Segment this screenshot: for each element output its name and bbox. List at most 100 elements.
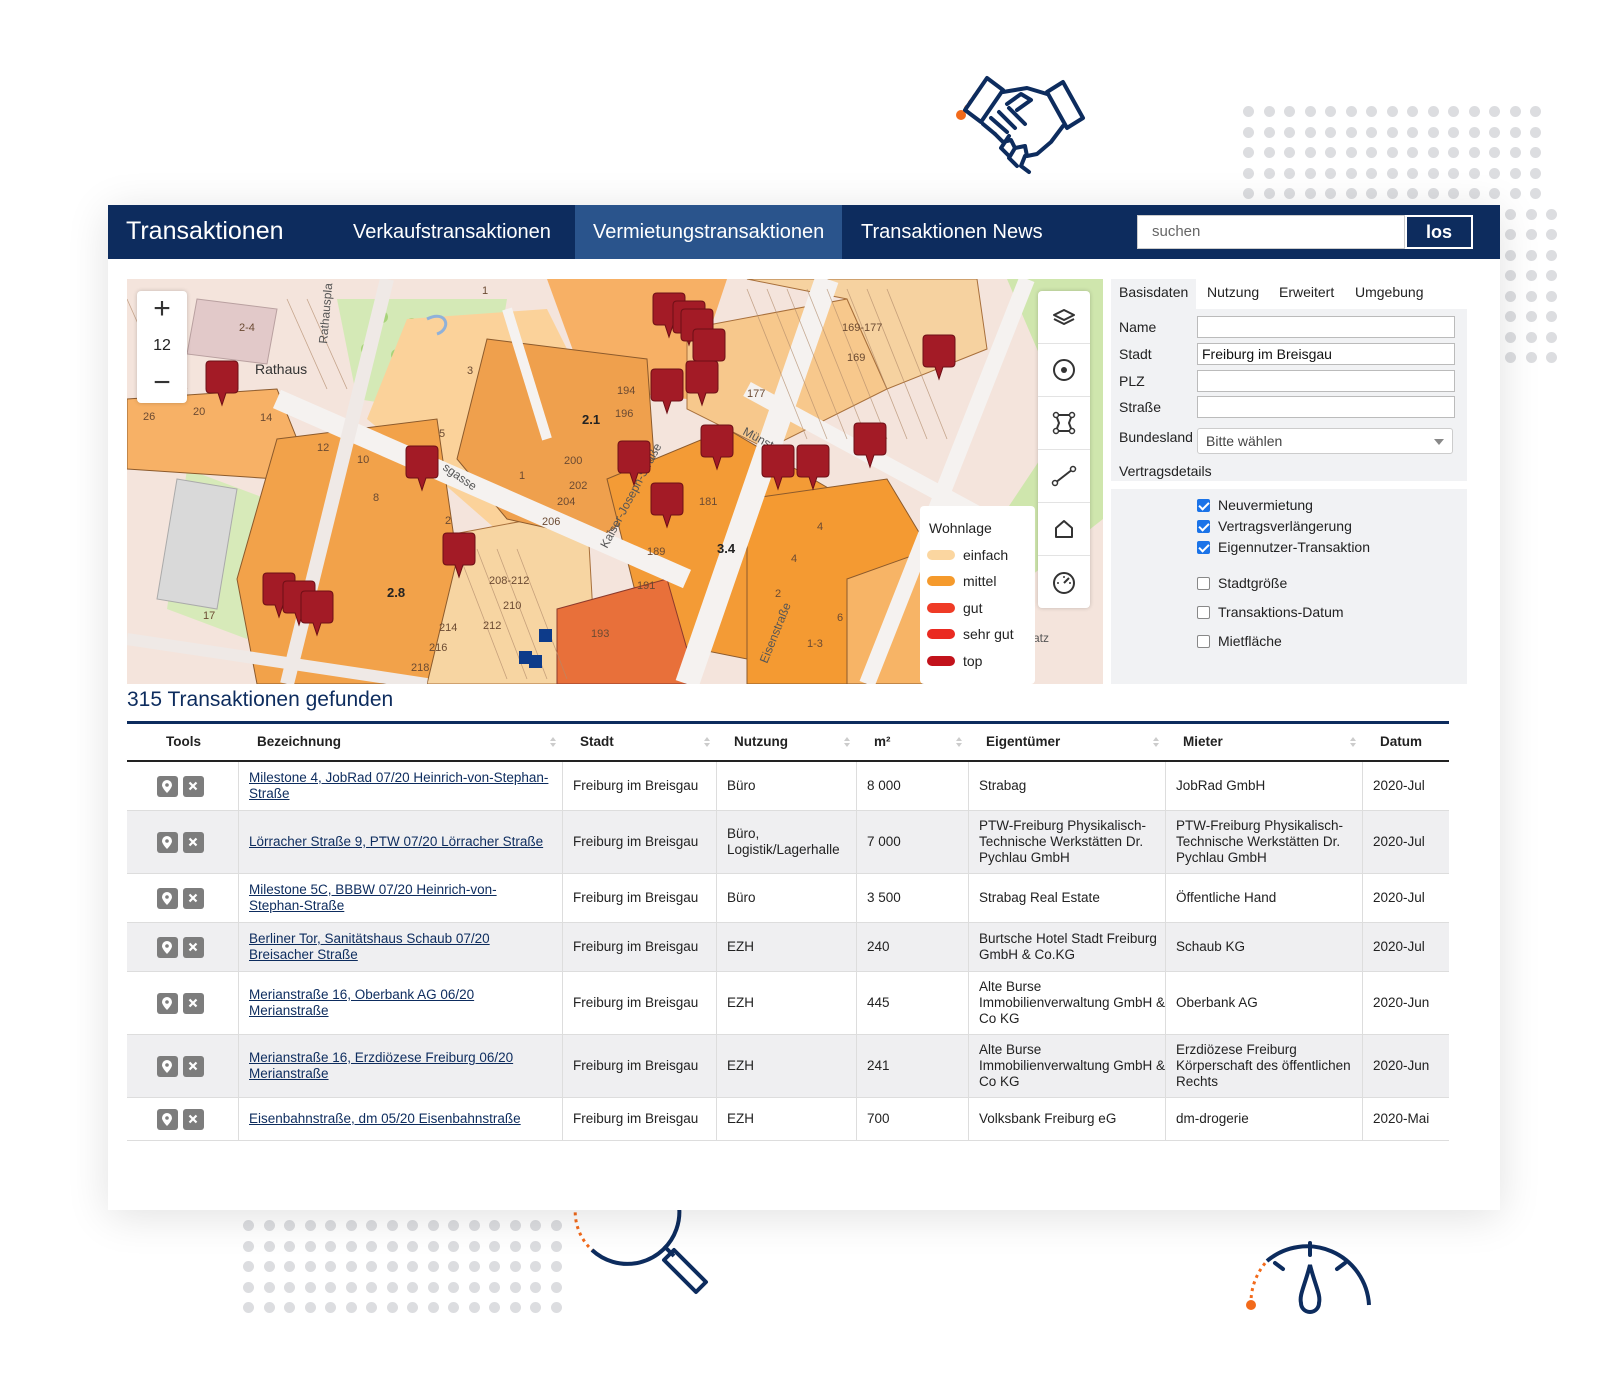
table-row[interactable]: Eisenbahnstraße, dm 05/20 Eisenbahnstraß… [127, 1098, 1449, 1141]
cell-nutzung: EZH [727, 1098, 862, 1140]
draw-polygon-button[interactable] [1038, 397, 1090, 450]
col-nutzung[interactable]: Nutzung [734, 724, 788, 760]
checkbox[interactable] [1197, 605, 1210, 619]
cell-mieter: Erzdiözese Freiburg Körperschaft des öff… [1176, 1035, 1366, 1097]
sort-icon[interactable] [1350, 737, 1356, 747]
show-on-map-button[interactable] [156, 992, 178, 1014]
sort-icon[interactable] [704, 737, 710, 747]
zoom-in-button[interactable]: + [137, 291, 187, 327]
home-button[interactable] [1038, 503, 1090, 556]
decorative-dot [1525, 270, 1537, 281]
transaction-link[interactable]: Milestone 5C, BBBW 07/20 Heinrich-von-St… [249, 882, 549, 914]
legend-item: mittel [927, 571, 996, 591]
nav-vermietungstransaktionen[interactable]: Vermietungstransaktionen [575, 205, 843, 259]
table-row[interactable]: Milestone 5C, BBBW 07/20 Heinrich-von-St… [127, 874, 1449, 923]
stadt-field[interactable]: Freiburg im Breisgau [1197, 343, 1455, 365]
col-stadt[interactable]: Stadt [580, 724, 614, 760]
nav-transaktionen-news[interactable]: Transaktionen News [843, 205, 1061, 259]
decorative-dot [1345, 147, 1357, 158]
tab-basisdaten[interactable]: Basisdaten [1111, 279, 1197, 309]
remove-button[interactable] [182, 887, 204, 909]
map-label-2b: 2 [775, 588, 781, 600]
locate-button[interactable] [1038, 344, 1090, 397]
transaction-link[interactable]: Eisenbahnstraße, dm 05/20 Eisenbahnstraß… [249, 1111, 521, 1127]
checkbox-neuvermietung[interactable]: Neuvermietung [1197, 495, 1313, 515]
decorative-dot [468, 1302, 480, 1313]
sort-icon[interactable] [956, 737, 962, 747]
brand-title[interactable]: Transaktionen [126, 217, 284, 246]
transaction-link[interactable]: Berliner Tor, Sanitätshaus Schaub 07/20 … [249, 931, 549, 963]
pin-icon [162, 779, 172, 793]
remove-button[interactable] [182, 831, 204, 853]
sort-icon[interactable] [844, 737, 850, 747]
search-button[interactable]: los [1405, 215, 1473, 249]
decorative-dot [1325, 188, 1336, 199]
name-field[interactable] [1197, 316, 1455, 338]
col-mieter[interactable]: Mieter [1183, 724, 1223, 760]
col-datum[interactable]: Datum [1380, 724, 1422, 760]
layers-button[interactable] [1038, 291, 1090, 344]
transaction-link[interactable]: Lörracher Straße 9, PTW 07/20 Lörracher … [249, 834, 543, 850]
bundesland-select[interactable]: Bitte wählen [1197, 428, 1453, 454]
cell-nutzung: Büro [727, 874, 862, 922]
remove-button[interactable] [182, 1108, 204, 1130]
decorative-dot [1325, 147, 1336, 158]
remove-button[interactable] [182, 992, 204, 1014]
sort-icon[interactable] [550, 737, 556, 747]
checkbox[interactable] [1197, 519, 1210, 533]
nav-verkaufstransaktionen[interactable]: Verkaufstransaktionen [335, 205, 569, 259]
cell-mieter: PTW-Freiburg Physikalisch-Technische Wer… [1176, 811, 1366, 873]
cell-text: PTW-Freiburg Physikalisch-Technische Wer… [1176, 818, 1344, 865]
tab-umgebung[interactable]: Umgebung [1347, 279, 1432, 309]
show-on-map-button[interactable] [156, 775, 178, 797]
show-on-map-button[interactable] [156, 1055, 178, 1077]
table-row[interactable]: Berliner Tor, Sanitätshaus Schaub 07/20 … [127, 923, 1449, 972]
col-m2[interactable]: m² [874, 724, 891, 760]
map-label-218: 218 [411, 662, 429, 674]
transaction-link[interactable]: Milestone 4, JobRad 07/20 Heinrich-von-S… [249, 770, 549, 802]
cell-stadt: Freiburg im Breisgau [573, 874, 723, 922]
table-row[interactable]: Merianstraße 16, Oberbank AG 06/20 Meria… [127, 972, 1449, 1035]
decorative-dot [1525, 249, 1537, 261]
decorative-dot [1284, 167, 1295, 179]
measure-button[interactable] [1038, 556, 1090, 608]
transaction-link[interactable]: Merianstraße 16, Oberbank AG 06/20 Meria… [249, 987, 549, 1019]
checkbox-vertragsverlaengerung[interactable]: Vertragsverlängerung [1197, 516, 1352, 536]
decorative-dot [1530, 167, 1541, 179]
caret-down-icon [1434, 439, 1444, 445]
checkbox[interactable] [1197, 540, 1210, 554]
show-on-map-button[interactable] [156, 887, 178, 909]
checkbox[interactable] [1197, 498, 1210, 512]
table-row[interactable]: Merianstraße 16, Erzdiözese Freiburg 06/… [127, 1035, 1449, 1098]
remove-button[interactable] [182, 1055, 204, 1077]
col-bezeichnung[interactable]: Bezeichnung [257, 724, 341, 760]
tab-nutzung[interactable]: Nutzung [1199, 279, 1267, 309]
strasse-field[interactable] [1197, 396, 1455, 418]
remove-button[interactable] [182, 936, 204, 958]
show-on-map-button[interactable] [156, 1108, 178, 1130]
show-on-map-button[interactable] [156, 831, 178, 853]
map-label-14: 14 [260, 412, 272, 424]
remove-button[interactable] [182, 775, 204, 797]
tab-erweitert[interactable]: Erweitert [1271, 279, 1342, 309]
sort-icon[interactable] [1153, 737, 1159, 747]
table-row[interactable]: Milestone 4, JobRad 07/20 Heinrich-von-S… [127, 762, 1449, 811]
checkbox-stadtgroesse[interactable]: Stadtgröße [1197, 573, 1287, 593]
plz-field[interactable] [1197, 370, 1455, 392]
map-view[interactable]: Rathaus 2.1 3.4 2.8 Kaiser-Joseph-Straße… [127, 279, 1103, 684]
col-eigentuemer[interactable]: Eigentümer [986, 724, 1060, 760]
draw-line-button[interactable] [1038, 450, 1090, 503]
checkbox-eigennutzer[interactable]: Eigennutzer-Transaktion [1197, 537, 1370, 557]
table-row[interactable]: Lörracher Straße 9, PTW 07/20 Lörracher … [127, 811, 1449, 874]
map-label-214: 214 [439, 622, 457, 634]
zoom-out-button[interactable]: − [137, 365, 187, 401]
show-on-map-button[interactable] [156, 936, 178, 958]
checkbox-transaktions-datum[interactable]: Transaktions-Datum [1197, 602, 1344, 622]
transaction-link[interactable]: Merianstraße 16, Erzdiözese Freiburg 06/… [249, 1050, 549, 1082]
checkbox-mietflaeche[interactable]: Mietfläche [1197, 631, 1282, 651]
checkbox[interactable] [1197, 576, 1210, 590]
decorative-dot [345, 1281, 357, 1293]
search-input[interactable]: suchen [1137, 215, 1405, 249]
checkbox[interactable] [1197, 634, 1210, 648]
cell-text: Freiburg im Breisgau [573, 995, 699, 1010]
